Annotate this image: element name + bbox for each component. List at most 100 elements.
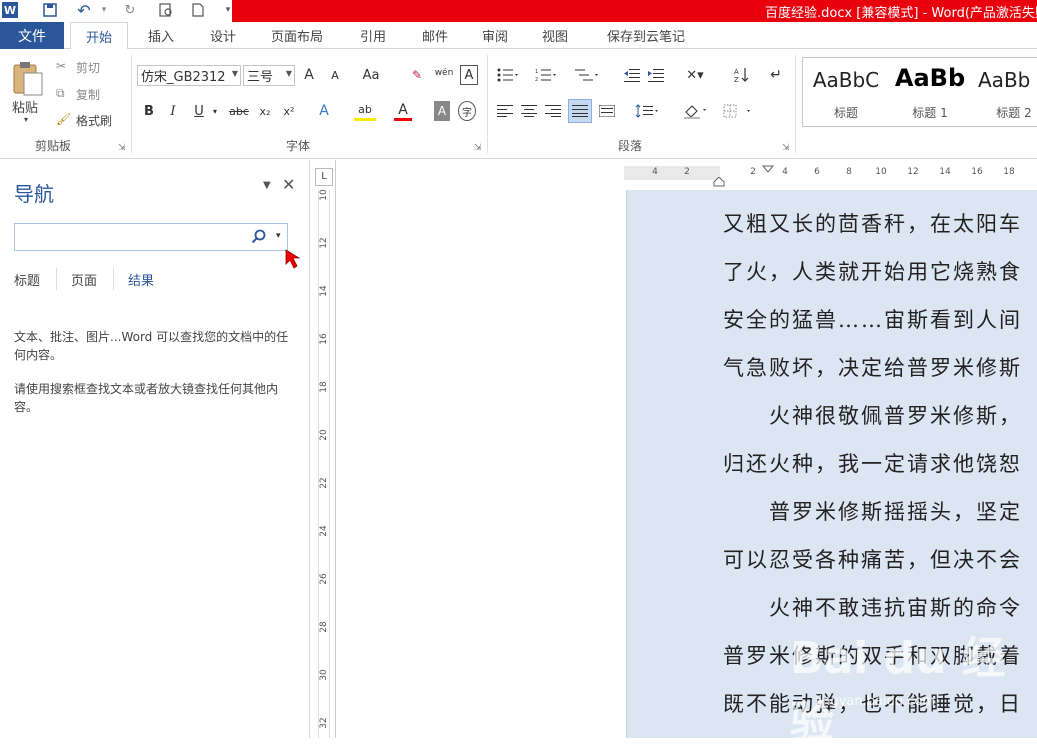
ruler-number: 4 bbox=[652, 167, 658, 177]
clipboard-launcher-icon[interactable]: ⇲ bbox=[118, 143, 126, 153]
italic-button[interactable]: I bbox=[164, 101, 182, 121]
sort-button[interactable]: AZ bbox=[732, 65, 752, 85]
redo-icon[interactable]: ↻ bbox=[122, 2, 138, 18]
show-paragraph-marks-button[interactable]: ↵ bbox=[768, 65, 784, 85]
tab-home[interactable]: 开始 bbox=[70, 22, 128, 50]
new-document-icon[interactable] bbox=[190, 2, 206, 18]
copy-icon[interactable]: ⧉ bbox=[56, 86, 65, 101]
character-shading-button[interactable]: A bbox=[434, 101, 450, 121]
underline-button[interactable]: U bbox=[190, 101, 208, 121]
multilevel-list-button[interactable] bbox=[572, 65, 602, 85]
line-spacing-button[interactable] bbox=[632, 101, 662, 121]
search-icon[interactable] bbox=[251, 229, 267, 248]
print-preview-icon[interactable] bbox=[158, 2, 174, 18]
paste-icon[interactable] bbox=[10, 59, 44, 99]
enclose-characters-button[interactable]: 字 bbox=[458, 101, 476, 121]
tab-review[interactable]: 审阅 bbox=[470, 22, 520, 49]
superscript-button[interactable]: x² bbox=[280, 101, 298, 121]
divider bbox=[131, 55, 132, 153]
ruler-band bbox=[318, 190, 330, 738]
search-dropdown-icon[interactable]: ▾ bbox=[276, 231, 281, 241]
align-left-button[interactable] bbox=[496, 101, 514, 121]
phonetic-guide-button[interactable]: wén bbox=[432, 63, 456, 83]
tab-design[interactable]: 设计 bbox=[198, 22, 248, 49]
align-center-button[interactable] bbox=[520, 101, 538, 121]
paragraph-line: 可以忍受各种痛苦，但决不会 bbox=[723, 548, 1022, 572]
tab-selector-button[interactable]: L bbox=[315, 168, 333, 186]
font-launcher-icon[interactable]: ⇲ bbox=[474, 143, 482, 153]
clear-formatting-button[interactable]: ✎ bbox=[408, 65, 426, 85]
window-title: 百度经验.docx [兼容模式] - Word(产品激活失败) bbox=[765, 6, 1037, 21]
distributed-button[interactable] bbox=[598, 101, 616, 121]
shading-button[interactable] bbox=[680, 101, 710, 121]
close-icon[interactable]: ✕ bbox=[282, 175, 295, 194]
style-heading-2[interactable]: AaBb 标题 2 bbox=[973, 58, 1037, 126]
bullets-button[interactable] bbox=[494, 65, 522, 85]
numbering-button[interactable]: 12 bbox=[532, 65, 560, 85]
underline-dropdown-icon[interactable]: ▾ bbox=[210, 101, 220, 121]
word-app-icon: W bbox=[2, 2, 18, 18]
cut-icon[interactable]: ✂ bbox=[56, 59, 66, 73]
font-size-select[interactable]: 三号 ▼ bbox=[243, 65, 295, 86]
decrease-indent-button[interactable] bbox=[622, 65, 642, 85]
align-right-button[interactable] bbox=[544, 101, 562, 121]
character-border-button[interactable]: A bbox=[460, 65, 478, 85]
svg-text:1: 1 bbox=[535, 69, 538, 75]
justify-button[interactable] bbox=[568, 99, 592, 123]
ruler-number: 10 bbox=[319, 189, 329, 201]
search-input[interactable]: ▾ bbox=[14, 223, 288, 251]
tab-results[interactable]: 结果 bbox=[128, 270, 154, 289]
save-icon[interactable] bbox=[42, 2, 58, 18]
paragraph-line: 了火，人类就开始用它烧熟食 bbox=[723, 260, 1022, 284]
tab-headings[interactable]: 标题 bbox=[14, 270, 40, 289]
ruler-number: 20 bbox=[319, 429, 329, 441]
left-indent-marker[interactable] bbox=[713, 176, 725, 190]
paragraph-line: 火神不敢违抗宙斯的命令 bbox=[723, 596, 1022, 620]
copy-button[interactable]: 复制 bbox=[76, 86, 100, 103]
grow-font-button[interactable]: A bbox=[300, 65, 318, 85]
style-sample: AaBb bbox=[978, 68, 1031, 92]
style-name: 标题 2 bbox=[996, 106, 1032, 120]
style-heading-1[interactable]: AaBb 标题 1 bbox=[889, 58, 971, 126]
divider bbox=[795, 55, 796, 153]
undo-dropdown-icon[interactable]: ▾ bbox=[96, 2, 112, 18]
ruler-number: 16 bbox=[971, 167, 983, 177]
style-sample: AaBbC bbox=[812, 68, 880, 92]
strikethrough-button[interactable]: abc bbox=[226, 101, 252, 121]
paste-dropdown-icon[interactable]: ▾ bbox=[24, 115, 28, 124]
font-name-select[interactable]: 仿宋_GB2312 ▼ bbox=[137, 65, 241, 86]
shrink-font-button[interactable]: A bbox=[326, 65, 344, 85]
change-case-button[interactable]: Aa bbox=[356, 65, 386, 85]
paragraph-launcher-icon[interactable]: ⇲ bbox=[782, 143, 790, 153]
style-title[interactable]: AaBbC 标题 bbox=[805, 58, 887, 126]
borders-button[interactable] bbox=[720, 101, 756, 121]
tab-insert[interactable]: 插入 bbox=[136, 22, 186, 49]
increase-indent-button[interactable] bbox=[646, 65, 666, 85]
format-painter-icon[interactable]: 🖌 bbox=[56, 112, 71, 126]
tab-references[interactable]: 引用 bbox=[348, 22, 398, 49]
chinese-layout-button[interactable]: ✕▾ bbox=[680, 65, 710, 85]
tab-layout[interactable]: 页面布局 bbox=[262, 22, 332, 49]
undo-icon[interactable]: ↶ bbox=[76, 1, 92, 20]
format-painter-button[interactable]: 格式刷 bbox=[76, 112, 112, 129]
paragraph-line: 归还火种，我一定请求他饶恕 bbox=[723, 452, 1022, 476]
cut-button[interactable]: 剪切 bbox=[76, 59, 100, 76]
highlight-button[interactable]: ab bbox=[354, 101, 376, 121]
tab-mailings[interactable]: 邮件 bbox=[410, 22, 460, 49]
bold-button[interactable]: B bbox=[140, 101, 158, 121]
divider bbox=[487, 55, 488, 153]
ruler-number: 18 bbox=[1003, 167, 1015, 177]
subscript-button[interactable]: x₂ bbox=[256, 101, 274, 121]
svg-text:A: A bbox=[734, 68, 739, 76]
paste-button[interactable]: 粘贴 bbox=[12, 97, 38, 116]
tab-save-cloud-notes[interactable]: 保存到云笔记 bbox=[596, 22, 696, 49]
font-color-button[interactable]: A bbox=[394, 101, 412, 121]
first-line-indent-marker[interactable] bbox=[761, 162, 775, 176]
tab-file[interactable]: 文件 bbox=[0, 22, 64, 49]
font-name-value: 仿宋_GB2312 bbox=[141, 70, 226, 85]
pane-options-icon[interactable]: ▼ bbox=[263, 180, 271, 191]
tab-pages[interactable]: 页面 bbox=[71, 270, 97, 289]
tab-view[interactable]: 视图 bbox=[530, 22, 580, 49]
red-arrow-cursor-icon bbox=[284, 248, 306, 277]
text-effects-button[interactable]: A bbox=[314, 101, 334, 121]
